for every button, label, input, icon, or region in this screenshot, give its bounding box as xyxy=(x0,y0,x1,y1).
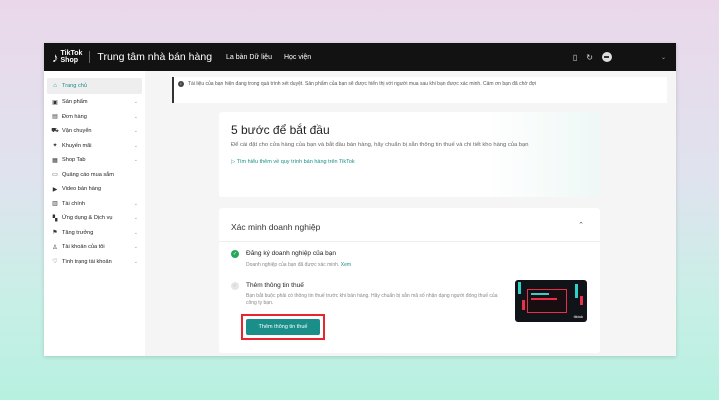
chevron-down-icon: ⌄ xyxy=(133,142,138,149)
avatar[interactable] xyxy=(601,52,612,62)
chevron-down-icon: ⌄ xyxy=(133,113,138,120)
refresh-icon[interactable]: ↻ xyxy=(586,53,593,62)
sidebar-item-growth[interactable]: ⚑ Tăng trưởng ⌄ xyxy=(47,226,142,241)
apps-icon: ▚ xyxy=(52,215,58,222)
sidebar-item-account[interactable]: ♙ Tài khoản của tôi ⌄ xyxy=(47,240,142,255)
app-title: Trung tâm nhà bán hàng xyxy=(97,51,213,63)
chevron-down-icon[interactable]: ⌄ xyxy=(661,54,666,61)
getting-started-description: Để cài đặt cho cửa hàng của bạn và bắt đ… xyxy=(231,142,529,148)
finance-icon: ▥ xyxy=(52,201,58,208)
logo-line1: TikTok xyxy=(60,50,83,57)
phone-icon[interactable]: ▯ xyxy=(573,53,577,62)
sidebar-item-label: Tăng trưởng xyxy=(62,229,94,236)
home-icon: ⌂ xyxy=(53,83,57,89)
add-tax-info-button[interactable]: Thêm thông tin thuế xyxy=(246,319,320,335)
top-navbar: ♪ TikTok Shop Trung tâm nhà bán hàng La … xyxy=(44,43,676,71)
sidebar-item-status[interactable]: ♡ Tình trạng tài khoản ⌄ xyxy=(47,255,142,270)
step-register-desc: Doanh nghiệp của bạn đã được xác minh. X… xyxy=(246,262,351,269)
logo-divider xyxy=(89,51,91,63)
sidebar-item-order[interactable]: ▤ Đơn hàng ⌄ xyxy=(47,110,142,125)
info-icon: i xyxy=(178,81,184,87)
sidebar-item-truck[interactable]: ⛟ Vận chuyển ⌄ xyxy=(47,124,142,139)
view-link[interactable]: Xem xyxy=(341,262,351,268)
shop-icon: ▦ xyxy=(52,157,58,164)
card-divider xyxy=(219,241,600,242)
sidebar-item-label: Đơn hàng xyxy=(62,113,87,120)
getting-started-title: 5 bước để bắt đầu xyxy=(231,123,330,137)
learn-more-link[interactable]: ▷ Tìm hiểu thêm về quy trình bán hàng tr… xyxy=(231,159,588,165)
sidebar-item-apps[interactable]: ▚ Ứng dụng & Dịch vụ ⌄ xyxy=(47,211,142,226)
sidebar-item-label: Vận chuyển xyxy=(62,128,92,135)
getting-started-card: 5 bước để bắt đầu Để cài đặt cho cửa hàn… xyxy=(219,112,600,197)
sidebar-item-label: Shop Tab xyxy=(62,157,86,164)
step-register-title: Đăng ký doanh nghiệp của bạn xyxy=(246,250,336,257)
sidebar-item-product[interactable]: ▣ Sản phẩm ⌄ xyxy=(47,95,142,110)
sidebar-item-promo[interactable]: ✦ Khuyến mãi ⌄ xyxy=(47,139,142,154)
tiktok-logo-icon: ♪ xyxy=(52,49,59,65)
main-content: i Tài liệu của bạn hiện đang trong quá t… xyxy=(145,71,676,356)
promo-icon: ✦ xyxy=(52,143,58,150)
account-icon: ♙ xyxy=(52,244,58,251)
notice-text: Tài liệu của bạn hiện đang trong quá trì… xyxy=(188,81,537,87)
chevron-down-icon: ⌄ xyxy=(133,200,138,207)
sidebar-item-ads[interactable]: ▭ Quảng cáo mua sắm xyxy=(47,168,142,183)
check-pending-icon: ✓ xyxy=(231,282,239,290)
sidebar-item-label: Khuyến mãi xyxy=(62,142,92,149)
tutorial-video-thumbnail[interactable]: tiktok xyxy=(515,280,587,322)
sidebar-item-home[interactable]: ⌂ Trang chủ xyxy=(47,78,142,94)
nav-academy[interactable]: Học viện xyxy=(284,54,311,61)
sidebar-item-label: Tài chính xyxy=(62,200,86,207)
order-icon: ▤ xyxy=(52,114,58,121)
highlight-box: Thêm thông tin thuế xyxy=(241,314,325,340)
app-window: ♪ TikTok Shop Trung tâm nhà bán hàng La … xyxy=(44,43,676,356)
learn-more-text: Tìm hiểu thêm về quy trình bán hàng trên… xyxy=(236,159,355,165)
sidebar-item-finance[interactable]: ▥ Tài chính ⌄ xyxy=(47,197,142,212)
chevron-down-icon: ⌄ xyxy=(133,99,138,106)
video-screen xyxy=(527,289,567,313)
logo-line2: Shop xyxy=(60,57,79,64)
video-icon: ▶ xyxy=(52,186,58,193)
check-done-icon: ✓ xyxy=(231,250,239,258)
sidebar-item-label: Sản phẩm xyxy=(62,99,88,106)
chevron-down-icon: ⌄ xyxy=(133,244,138,251)
step-tax-desc: Bạn bắt buộc phải có thông tin thuế trướ… xyxy=(246,293,498,306)
sidebar-item-label: Ứng dụng & Dịch vụ xyxy=(62,215,113,222)
chevron-up-icon[interactable]: ⌃ xyxy=(578,221,584,229)
sidebar-item-shop[interactable]: ▦ Shop Tab ⌄ xyxy=(47,153,142,168)
truck-icon: ⛟ xyxy=(51,128,59,135)
product-icon: ▣ xyxy=(52,99,58,106)
nav-data-compass[interactable]: La bàn Dữ liệu xyxy=(226,54,272,61)
chevron-down-icon: ⌄ xyxy=(133,258,138,265)
verify-business-title: Xác minh doanh nghiệp xyxy=(231,222,321,232)
sidebar-item-label: Trang chủ xyxy=(62,83,87,89)
review-notice: i Tài liệu của bạn hiện đang trong quá t… xyxy=(172,77,667,103)
sidebar-item-label: Tình trạng tài khoản xyxy=(62,258,112,265)
step-register-desc-text: Doanh nghiệp của bạn đã được xác minh. xyxy=(246,262,340,268)
verify-business-card: Xác minh doanh nghiệp ⌃ ✓ Đăng ký doanh … xyxy=(219,208,600,353)
sidebar-item-label: Tài khoản của tôi xyxy=(62,244,105,251)
growth-icon: ⚑ xyxy=(52,230,58,237)
step-tax-title: Thêm thông tin thuế xyxy=(246,282,304,289)
sidebar-item-video[interactable]: ▶ Video bán hàng xyxy=(47,182,142,197)
chevron-down-icon: ⌄ xyxy=(133,128,138,135)
chevron-down-icon: ⌄ xyxy=(133,215,138,222)
sidebar-item-label: Video bán hàng xyxy=(62,186,102,193)
sidebar-item-label: Quảng cáo mua sắm xyxy=(62,171,114,178)
chevron-down-icon: ⌄ xyxy=(133,157,138,164)
status-icon: ♡ xyxy=(52,259,58,266)
thumbnail-label: tiktok xyxy=(573,314,583,319)
ads-icon: ▭ xyxy=(52,172,58,179)
chevron-down-icon: ⌄ xyxy=(133,229,138,236)
tiktok-shop-logo[interactable]: ♪ TikTok Shop xyxy=(52,50,82,64)
sidebar: ⌂ Trang chủ ▣ Sản phẩm ⌄ ▤ Đơn hàng ⌄ ⛟ Vận chuyể… xyxy=(44,71,145,356)
